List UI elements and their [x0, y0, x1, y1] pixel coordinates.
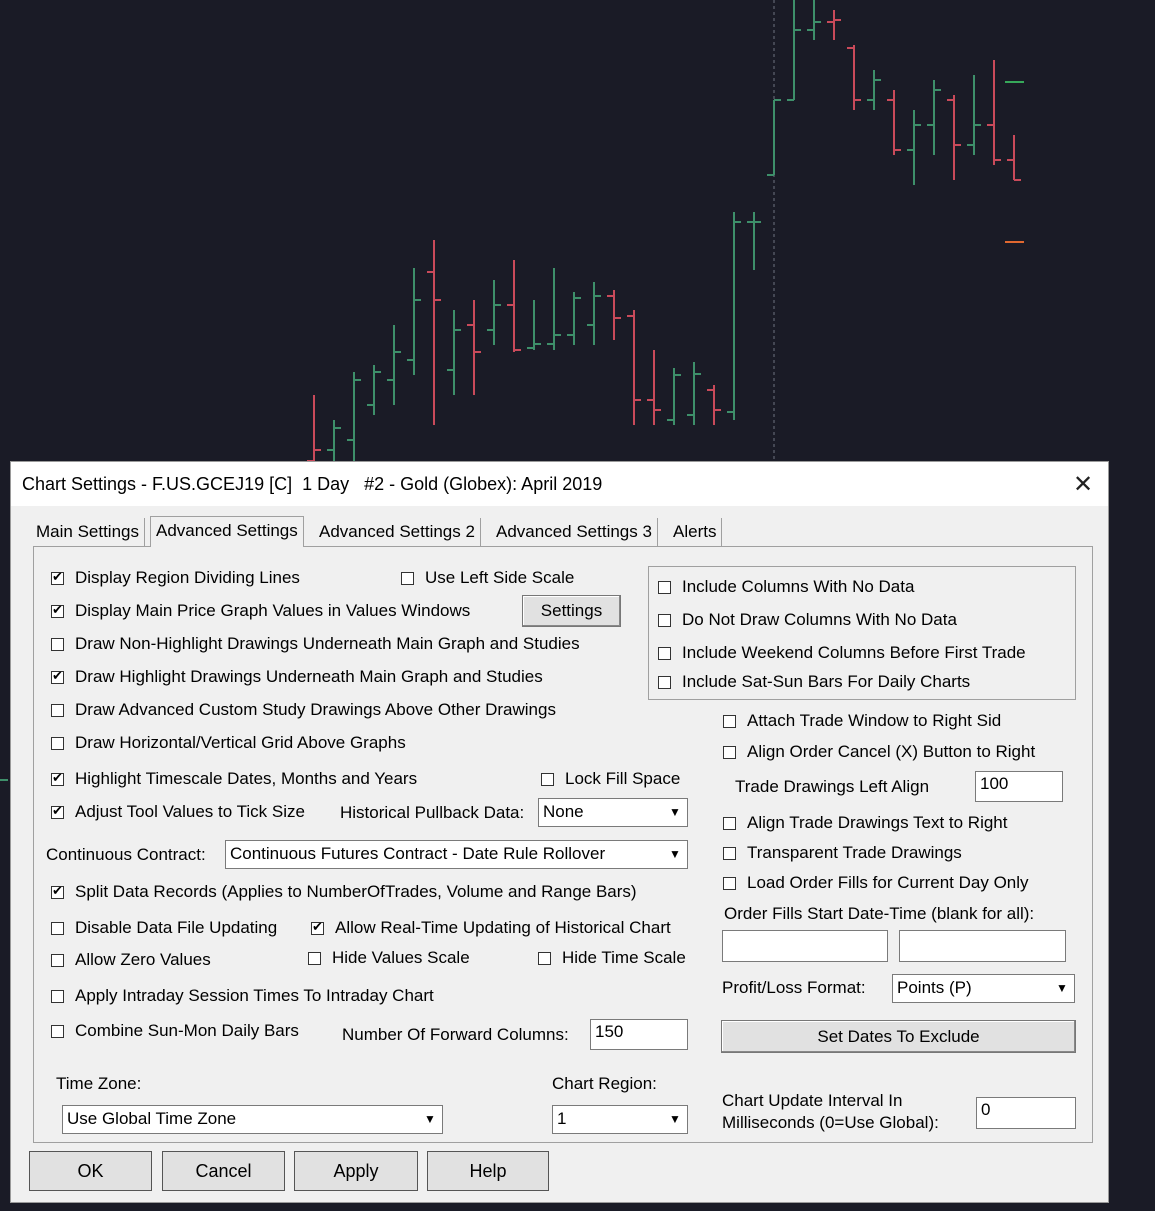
checkbox-box[interactable] [658, 613, 671, 627]
allow-zero-values-checkbox[interactable]: Allow Zero Values [51, 950, 211, 970]
checkbox-box[interactable] [723, 816, 736, 830]
cancel-button[interactable]: Cancel [162, 1151, 285, 1191]
time-zone-label: Time Zone: [56, 1074, 142, 1093]
chart-update-interval-input[interactable]: 0 [976, 1097, 1076, 1129]
continuous-contract-label: Continuous Contract: [46, 845, 206, 864]
settings-button[interactable]: Settings [522, 595, 621, 627]
close-icon[interactable]: ✕ [1058, 462, 1108, 506]
align-trade-drawings-text-checkbox[interactable]: Align Trade Drawings Text to Right [723, 813, 1007, 833]
tab-advanced-settings[interactable]: Advanced Settings [150, 516, 304, 547]
forward-columns-input[interactable]: 150 [590, 1019, 688, 1050]
load-order-fills-checkbox[interactable]: Load Order Fills for Current Day Only [723, 873, 1029, 893]
apply-intraday-session-checkbox[interactable]: Apply Intraday Session Times To Intraday… [51, 986, 434, 1006]
disable-data-file-updating-checkbox[interactable]: Disable Data File Updating [51, 918, 277, 938]
checkbox-box[interactable] [51, 953, 64, 967]
checkbox-box[interactable] [51, 1024, 64, 1038]
help-button[interactable]: Help [427, 1151, 549, 1191]
split-data-records-checkbox[interactable]: Split Data Records (Applies to NumberOfT… [51, 882, 637, 902]
checkbox-box[interactable] [51, 668, 64, 684]
checkbox-box[interactable] [51, 803, 64, 819]
checkbox-box[interactable] [658, 675, 671, 689]
draw-non-highlight-underneath-checkbox[interactable]: Draw Non-Highlight Drawings Underneath M… [51, 634, 580, 654]
chevron-down-icon[interactable]: ▼ [1052, 977, 1072, 999]
checkbox-box[interactable] [401, 571, 414, 585]
chart-update-interval-label-line1: Chart Update Interval In [722, 1091, 903, 1110]
trade-drawings-left-align-input[interactable]: 100 [975, 771, 1063, 802]
checkbox-box[interactable] [723, 745, 736, 759]
checkbox-box[interactable] [51, 921, 64, 935]
checkbox-box[interactable] [311, 919, 324, 935]
chart-region-select[interactable]: 1 ▼ [552, 1105, 688, 1134]
use-left-side-scale-checkbox[interactable]: Use Left Side Scale [401, 568, 574, 588]
highlight-timescale-checkbox[interactable]: Highlight Timescale Dates, Months and Ye… [51, 769, 417, 789]
checkbox-box[interactable] [51, 569, 64, 585]
allow-realtime-updating-checkbox[interactable]: Allow Real-Time Updating of Historical C… [311, 918, 671, 938]
tab-strip: Main Settings Advanced Settings Advanced… [11, 506, 1108, 547]
checkbox-box[interactable] [51, 883, 64, 899]
tab-advanced-settings-3[interactable]: Advanced Settings 3 [491, 518, 658, 546]
chevron-down-icon[interactable]: ▼ [665, 801, 685, 823]
include-weekend-columns-checkbox[interactable]: Include Weekend Columns Before First Tra… [658, 643, 1026, 663]
chart-settings-dialog: Chart Settings - F.US.GCEJ19 [C] 1 Day #… [10, 461, 1109, 1203]
adjust-tool-values-checkbox[interactable]: Adjust Tool Values to Tick Size [51, 802, 305, 822]
tab-alerts[interactable]: Alerts [668, 518, 723, 546]
checkbox-box[interactable] [723, 714, 736, 728]
apply-button[interactable]: Apply [294, 1151, 418, 1191]
chevron-down-icon[interactable]: ▼ [665, 843, 685, 865]
checkbox-box[interactable] [51, 770, 64, 786]
include-columns-no-data-checkbox[interactable]: Include Columns With No Data [658, 577, 914, 597]
chevron-down-icon[interactable]: ▼ [665, 1108, 685, 1130]
do-not-draw-columns-checkbox[interactable]: Do Not Draw Columns With No Data [658, 610, 957, 630]
tab-main-settings[interactable]: Main Settings [31, 518, 145, 546]
tab-advanced-settings-2[interactable]: Advanced Settings 2 [314, 518, 481, 546]
lock-fill-space-checkbox[interactable]: Lock Fill Space [541, 769, 680, 789]
title-bar[interactable]: Chart Settings - F.US.GCEJ19 [C] 1 Day #… [11, 462, 1108, 506]
checkbox-box[interactable] [658, 646, 671, 660]
attach-trade-window-checkbox[interactable]: Attach Trade Window to Right Sid [723, 711, 1001, 731]
checkbox-box[interactable] [51, 703, 64, 717]
forward-columns-label: Number Of Forward Columns: [342, 1025, 569, 1044]
profit-loss-format-select[interactable]: Points (P) ▼ [892, 974, 1075, 1003]
checkbox-box[interactable] [51, 637, 64, 651]
align-order-cancel-checkbox[interactable]: Align Order Cancel (X) Button to Right [723, 742, 1035, 762]
ok-button[interactable]: OK [29, 1151, 152, 1191]
trade-drawings-left-align-label: Trade Drawings Left Align [735, 777, 930, 796]
profit-loss-format-label: Profit/Loss Format: [722, 978, 866, 997]
transparent-trade-drawings-checkbox[interactable]: Transparent Trade Drawings [723, 843, 962, 863]
combine-sun-mon-checkbox[interactable]: Combine Sun-Mon Daily Bars [51, 1021, 299, 1041]
checkbox-box[interactable] [538, 951, 551, 965]
checkbox-box[interactable] [723, 876, 736, 890]
checkbox-box[interactable] [658, 580, 671, 594]
checkbox-box[interactable] [51, 736, 64, 750]
checkbox-box[interactable] [51, 989, 64, 1003]
chart-region-label: Chart Region: [552, 1074, 657, 1093]
draw-grid-above-checkbox[interactable]: Draw Horizontal/Vertical Grid Above Grap… [51, 733, 406, 753]
time-zone-select[interactable]: Use Global Time Zone ▼ [62, 1105, 443, 1134]
display-main-price-values-checkbox[interactable]: Display Main Price Graph Values in Value… [51, 601, 470, 621]
include-sat-sun-checkbox[interactable]: Include Sat-Sun Bars For Daily Charts [658, 672, 970, 692]
draw-highlight-underneath-checkbox[interactable]: Draw Highlight Drawings Underneath Main … [51, 667, 543, 687]
historical-pullback-select[interactable]: None ▼ [538, 798, 688, 827]
checkbox-box[interactable] [308, 951, 321, 965]
checkbox-box[interactable] [51, 602, 64, 618]
display-region-dividing-lines-checkbox[interactable]: Display Region Dividing Lines [51, 568, 300, 588]
hide-time-scale-checkbox[interactable]: Hide Time Scale [538, 948, 686, 968]
checkbox-box[interactable] [541, 772, 554, 786]
continuous-contract-select[interactable]: Continuous Futures Contract - Date Rule … [225, 840, 688, 869]
dialog-title: Chart Settings - F.US.GCEJ19 [C] 1 Day #… [22, 474, 603, 494]
set-dates-to-exclude-button[interactable]: Set Dates To Exclude [721, 1020, 1076, 1053]
chart-update-interval-label-line2: Milliseconds (0=Use Global): [722, 1113, 939, 1132]
checkbox-box[interactable] [723, 846, 736, 860]
order-fills-start-time-input[interactable] [899, 930, 1066, 962]
hide-values-scale-checkbox[interactable]: Hide Values Scale [308, 948, 470, 968]
order-fills-start-date-input[interactable] [722, 930, 888, 962]
chevron-down-icon[interactable]: ▼ [420, 1108, 440, 1130]
order-fills-start-label: Order Fills Start Date-Time (blank for a… [724, 904, 1035, 923]
historical-pullback-label: Historical Pullback Data: [340, 803, 525, 822]
draw-advanced-custom-above-checkbox[interactable]: Draw Advanced Custom Study Drawings Abov… [51, 700, 556, 720]
